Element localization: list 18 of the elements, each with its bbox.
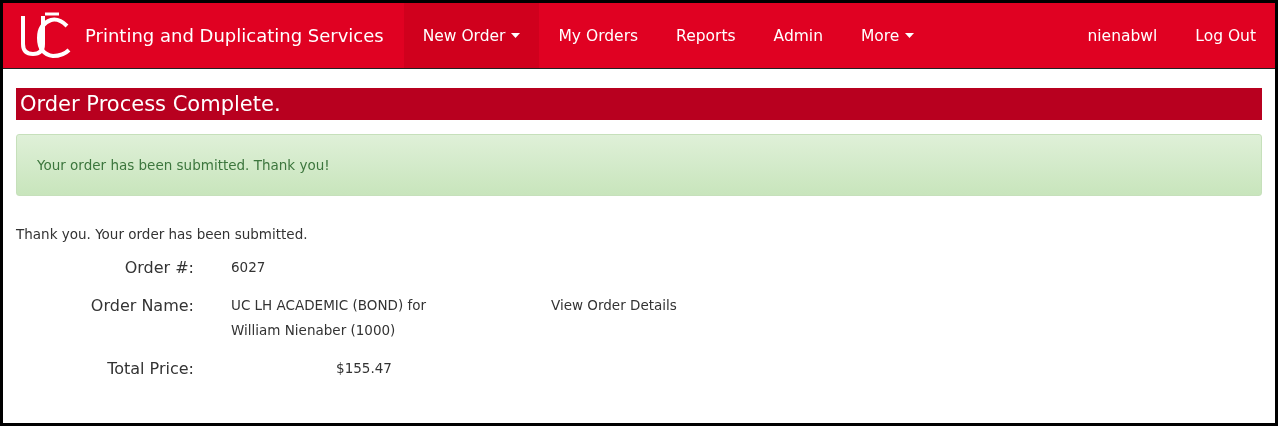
nav-item[interactable]: More (841, 3, 934, 68)
nav-item[interactable]: New Order (403, 3, 540, 68)
field-label: Order #: (123, 258, 194, 279)
page-heading: Order Process Complete. (16, 88, 1262, 120)
field-value: UC LH ACADEMIC (BOND) for William Nienaber (1000) (231, 296, 428, 340)
confirmation-text: Thank you. Your order has been submitted. (16, 226, 309, 242)
nav-link[interactable]: Log Out (1176, 3, 1275, 68)
field-label: Order Name: (89, 296, 194, 317)
alert-text: Your order has been submitted. Thank you! (37, 157, 330, 173)
field-value: 6027 (231, 258, 267, 277)
nav-item[interactable]: My Orders (539, 3, 658, 68)
nav-link[interactable]: nienabwl (1068, 3, 1177, 68)
nav-item[interactable]: Admin (754, 3, 842, 68)
view-details-link[interactable]: View Order Details (551, 293, 677, 343)
field-label: Total Price: (106, 359, 194, 380)
field-value: $155.47 (335, 359, 393, 378)
brand-title[interactable]: Printing and Duplicating Services (85, 25, 384, 46)
nav-item[interactable]: Reports (657, 3, 755, 68)
